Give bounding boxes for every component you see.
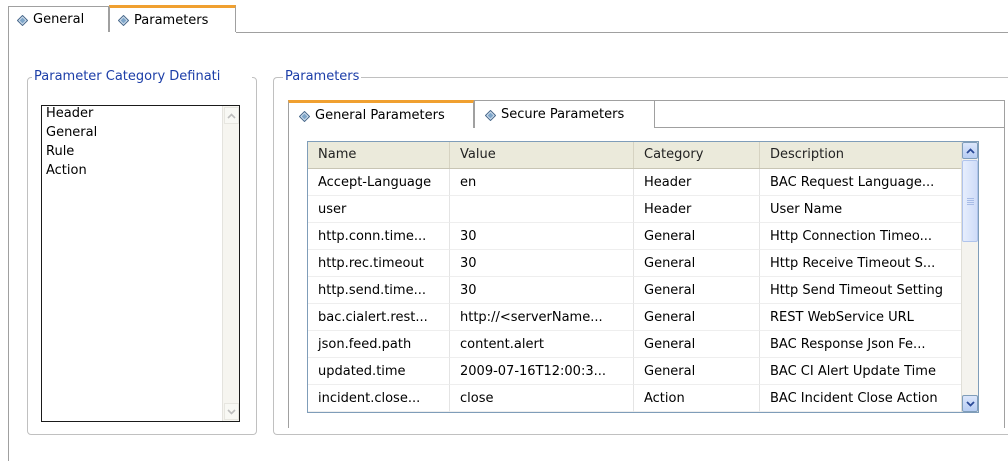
category-group-title: Parameter Category Definati xyxy=(32,69,252,84)
diamond-icon xyxy=(118,15,129,26)
cell-value[interactable]: 30 xyxy=(450,277,634,304)
table-row[interactable]: incident.close... close Action BAC Incid… xyxy=(308,385,962,412)
cell-category[interactable]: Header xyxy=(634,196,760,223)
inner-panel-right xyxy=(1004,100,1005,428)
cell-value[interactable]: 2009-07-16T12:00:3... xyxy=(450,358,634,385)
list-item[interactable]: Header xyxy=(42,104,97,123)
panel-border xyxy=(8,32,9,461)
cell-description[interactable]: Http Connection Timeo... xyxy=(760,223,962,250)
list-item[interactable]: Rule xyxy=(42,142,97,161)
parameters-table[interactable]: Name Value Category Description Accept-L… xyxy=(307,141,979,413)
cell-category[interactable]: General xyxy=(634,277,760,304)
category-list-scrollbar[interactable] xyxy=(222,106,239,421)
diamond-icon xyxy=(299,110,310,122)
inner-panel-top xyxy=(655,100,1005,101)
cell-name[interactable]: json.feed.path xyxy=(308,331,450,358)
cell-name[interactable]: http.send.time... xyxy=(308,277,450,304)
chevron-up-icon xyxy=(227,112,236,119)
cell-value[interactable]: http://<serverName... xyxy=(450,304,634,331)
tab-general-parameters[interactable]: General Parameters xyxy=(288,100,474,128)
table-row[interactable]: http.rec.timeout 30 General Http Receive… xyxy=(308,250,962,277)
cell-category[interactable]: Header xyxy=(634,169,760,196)
cell-name[interactable]: http.rec.timeout xyxy=(308,250,450,277)
tab-secure-parameters-label: Secure Parameters xyxy=(501,107,625,122)
table-row[interactable]: user Header User Name xyxy=(308,196,962,223)
tab-secure-parameters[interactable]: Secure Parameters xyxy=(474,100,655,128)
cell-name[interactable]: updated.time xyxy=(308,358,450,385)
cell-value[interactable]: close xyxy=(450,385,634,412)
inner-panel-left xyxy=(288,127,289,428)
table-scrollbar[interactable] xyxy=(961,142,978,412)
cell-category[interactable]: General xyxy=(634,304,760,331)
table-row[interactable]: updated.time 2009-07-16T12:00:3... Gener… xyxy=(308,358,962,385)
chevron-down-icon xyxy=(965,400,975,407)
cell-name[interactable]: Accept-Language xyxy=(308,169,450,196)
tab-general[interactable]: General xyxy=(8,6,109,32)
tab-bar-divider xyxy=(236,32,1008,33)
category-list-items: Header General Rule Action xyxy=(42,104,97,180)
table-row[interactable]: Accept-Language en Header BAC Request La… xyxy=(308,169,962,196)
cell-description[interactable]: BAC Incident Close Action xyxy=(760,385,962,412)
cell-value[interactable] xyxy=(450,196,634,223)
column-header-value[interactable]: Value xyxy=(450,142,634,168)
table-row[interactable]: http.conn.time... 30 General Http Connec… xyxy=(308,223,962,250)
table-row[interactable]: bac.cialert.rest... http://<serverName..… xyxy=(308,304,962,331)
table-scroll-down-button[interactable] xyxy=(962,395,978,412)
cell-value[interactable]: 30 xyxy=(450,223,634,250)
table-scroll-up-button[interactable] xyxy=(962,142,978,159)
table-header: Name Value Category Description xyxy=(308,142,962,169)
list-item[interactable]: General xyxy=(42,123,97,142)
table-scroll-thumb[interactable] xyxy=(962,160,978,242)
column-header-name[interactable]: Name xyxy=(308,142,450,168)
table-body: Accept-Language en Header BAC Request La… xyxy=(308,169,962,412)
cell-category[interactable]: Action xyxy=(634,385,760,412)
category-list[interactable]: Header General Rule Action xyxy=(41,105,240,422)
tab-general-label: General xyxy=(33,12,85,27)
list-item[interactable]: Action xyxy=(42,161,97,180)
cell-description[interactable]: User Name xyxy=(760,196,962,223)
diamond-icon xyxy=(485,109,496,121)
cell-description[interactable]: Http Send Timeout Setting xyxy=(760,277,962,304)
cell-name[interactable]: incident.close... xyxy=(308,385,450,412)
cell-category[interactable]: General xyxy=(634,331,760,358)
column-header-description[interactable]: Description xyxy=(760,142,962,168)
parameters-group-title: Parameters xyxy=(283,69,362,84)
cell-category[interactable]: General xyxy=(634,223,760,250)
cell-value[interactable]: en xyxy=(450,169,634,196)
diamond-icon xyxy=(17,14,28,26)
cell-name[interactable]: http.conn.time... xyxy=(308,223,450,250)
table-row[interactable]: json.feed.path content.alert General BAC… xyxy=(308,331,962,358)
cell-description[interactable]: REST WebService URL xyxy=(760,304,962,331)
tab-general-parameters-label: General Parameters xyxy=(315,108,445,123)
cell-category[interactable]: General xyxy=(634,250,760,277)
cell-description[interactable]: BAC CI Alert Update Time xyxy=(760,358,962,385)
scroll-up-button[interactable] xyxy=(224,107,239,124)
cell-description[interactable]: BAC Request Language... xyxy=(760,169,962,196)
scroll-down-button[interactable] xyxy=(224,403,239,420)
column-header-category[interactable]: Category xyxy=(634,142,760,168)
table-row[interactable]: http.send.time... 30 General Http Send T… xyxy=(308,277,962,304)
cell-category[interactable]: General xyxy=(634,358,760,385)
tab-parameters-label: Parameters xyxy=(134,12,209,28)
tab-parameters[interactable]: Parameters xyxy=(109,5,236,32)
cell-value[interactable]: 30 xyxy=(450,250,634,277)
cell-description[interactable]: Http Receive Timeout S... xyxy=(760,250,962,277)
chevron-up-icon xyxy=(965,147,975,154)
cell-value[interactable]: content.alert xyxy=(450,331,634,358)
cell-name[interactable]: bac.cialert.rest... xyxy=(308,304,450,331)
chevron-down-icon xyxy=(227,408,236,415)
cell-description[interactable]: BAC Response Json Fe... xyxy=(760,331,962,358)
cell-name[interactable]: user xyxy=(308,196,450,223)
